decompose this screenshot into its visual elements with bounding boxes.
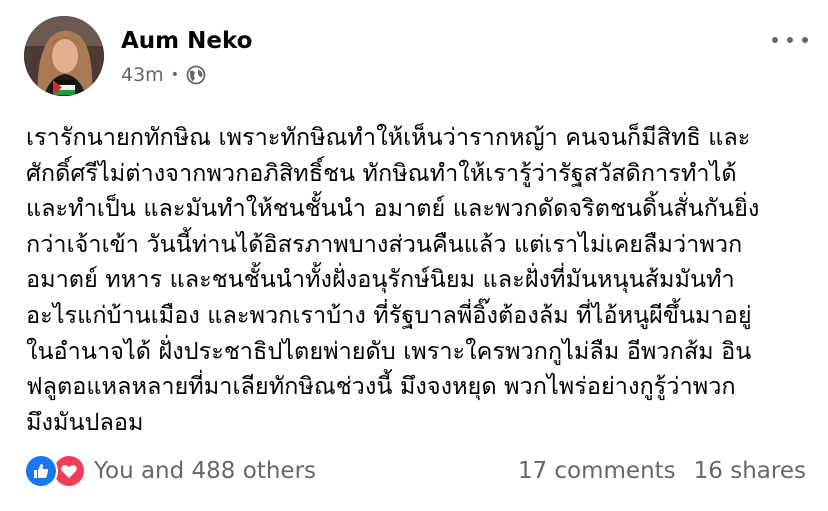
reactions-text[interactable]: You and 488 others (94, 458, 316, 484)
like-icon (24, 454, 58, 488)
avatar-photo (24, 16, 104, 96)
post-text-line: ศักดิ์ศรีไม่ต่างจากพวกอภิสิทธิ์ชน ทักษิณ… (26, 158, 737, 187)
post-text-line: และทำเป็น และมันทำให้ชนชั้นนำ อมาตย์ และ… (26, 194, 760, 223)
post-text-line: ในอำนาจได้ ฝั่งประชาธิปไตยพ่ายดับ เพราะใ… (26, 336, 752, 365)
post-text-line: ฟลูตอแหลหลายที่มาเลียทักษิณช่วงนี้ มึงจง… (26, 372, 736, 401)
author-name[interactable]: Aum Neko (121, 28, 252, 54)
reactions-summary[interactable]: You and 488 others (24, 452, 316, 490)
post-meta: 43m • (121, 64, 206, 86)
post-text: เรารักนายกทักษิณ เพราะทักษิณทำให้เห็นว่า… (26, 120, 806, 440)
post-header: Aum Neko 43m • (24, 16, 814, 102)
globe-icon[interactable] (186, 65, 206, 85)
post-time[interactable]: 43m (121, 64, 164, 86)
post-text-line: กว่าเจ้าเข้า วันนี้ท่านได้อิสรภาพบางส่วน… (26, 229, 743, 258)
shares-count[interactable]: 16 shares (694, 458, 806, 484)
separator-dot: • (170, 67, 179, 83)
more-dot-icon (802, 37, 808, 43)
post-text-line: อมาตย์ ทหาร และชนชั้นนำทั้งฝั่งอนุรักษ์น… (26, 265, 735, 294)
post-text-line: อะไรแก่บ้านเมือง และพวกเราบ้าง ที่รัฐบาล… (26, 300, 752, 329)
more-dot-icon (787, 37, 793, 43)
post-footer: You and 488 others 17 comments 16 shares (24, 452, 806, 492)
avatar[interactable] (24, 16, 104, 96)
more-dot-icon (772, 37, 778, 43)
engagement-counts: 17 comments 16 shares (518, 452, 806, 490)
post-text-line: เรารักนายกทักษิณ เพราะทักษิณทำให้เห็นว่า… (26, 123, 751, 151)
comments-count[interactable]: 17 comments (518, 458, 676, 484)
more-options-button[interactable] (772, 30, 808, 50)
post-text-line: มึงมันปลอม (26, 407, 144, 436)
